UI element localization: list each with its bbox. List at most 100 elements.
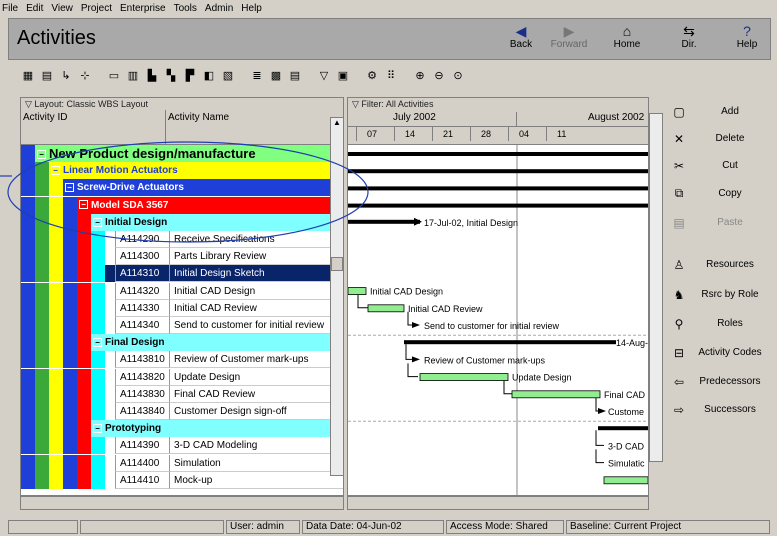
scroll-thumb[interactable] [331,257,343,271]
copy-button[interactable]: ⧉ Copy [665,181,771,206]
help-label: Help [736,39,758,50]
activity-name-cell[interactable]: Initial CAD Review [169,299,343,317]
cut-button[interactable]: ✂ Cut [665,153,771,178]
menu-enterprise[interactable]: Enterprise [120,3,166,14]
predecessors-button[interactable]: ⇦ Predecessors [665,369,771,394]
table-row[interactable]: A1143830 Final CAD Review [21,385,343,403]
bars-icon[interactable]: ▙ [144,68,160,84]
table-row[interactable]: A114330 Initial CAD Review [21,299,343,317]
activity-name-cell[interactable]: Initial CAD Design [169,282,343,300]
gantt-scrollbar[interactable] [649,113,663,462]
layout-icon[interactable]: ▩ [268,68,284,84]
home-button[interactable]: ⌂ Home [607,23,647,57]
group-icon[interactable]: ▣ [335,68,351,84]
table-row[interactable]: A114320 Initial CAD Design [21,282,343,300]
menu-help[interactable]: Help [241,3,262,14]
forward-button[interactable]: ▶ Forward [549,23,589,57]
filter-icon[interactable]: ▽ [316,68,332,84]
dir-button[interactable]: ⇆ Dir. [669,23,709,57]
add-button[interactable]: ▢ Add [665,99,771,124]
roles-button[interactable]: ⚲ Roles [665,311,771,336]
activity-id-cell[interactable]: A114330 [115,299,169,317]
activity-name-cell[interactable]: Customer Design sign-off [169,403,343,420]
wbs-stripe [35,471,49,489]
activity-id-cell[interactable]: A1143840 [115,403,169,420]
zoom-fit-icon[interactable]: ⊙ [450,68,466,84]
table-row[interactable]: A114310 Initial Design Sketch [21,265,343,283]
activity-codes-button[interactable]: ⊟ Activity Codes [665,340,771,365]
level-icon[interactable]: ⠿ [383,68,399,84]
activity-name-cell[interactable]: Mock-up [169,471,343,489]
help-button[interactable]: ? Help [727,23,767,57]
trace-icon[interactable]: ◧ [201,68,217,84]
indent-icon[interactable]: ↳ [58,68,74,84]
col-activity-id[interactable]: Activity ID [23,112,67,123]
wbs-group-row[interactable]: − Final Design [21,334,343,352]
activity-name-cell[interactable]: Simulation [169,454,343,472]
menu-tools[interactable]: Tools [174,3,197,14]
menu-file[interactable]: File [2,3,18,14]
activity-name-cell[interactable]: Review of Customer mark-ups [169,351,343,369]
activity-id-cell[interactable]: A114320 [115,282,169,300]
activity-id-cell[interactable]: A1143820 [115,368,169,386]
table-row[interactable]: A114390 3-D CAD Modeling [21,437,343,455]
gantt-hscrollbar[interactable] [347,496,649,510]
table-icon[interactable]: ▤ [287,68,303,84]
activity-name-cell[interactable]: Final CAD Review [169,385,343,403]
zoom-in-icon[interactable]: ⊕ [412,68,428,84]
collapse-icon[interactable]: − [93,338,102,348]
delete-button[interactable]: ✕ Delete [665,126,771,151]
activity-id-cell[interactable]: A114410 [115,471,169,489]
columns-icon[interactable]: ▥ [125,68,141,84]
summary-icon[interactable]: ▧ [220,68,236,84]
activity-id-cell[interactable]: A114400 [115,454,169,472]
activity-id-cell[interactable]: A1143830 [115,385,169,403]
roles-icon: ⚲ [674,316,684,331]
menu-admin[interactable]: Admin [205,3,233,14]
activity-name-cell[interactable]: Update Design [169,368,343,386]
filter-label[interactable]: ▽ Filter: All Activities [348,98,648,110]
table-row[interactable]: A1143840 Customer Design sign-off [21,403,343,420]
back-button[interactable]: ◀ Back [501,23,541,57]
collapse-icon[interactable]: − [93,424,102,434]
menu-edit[interactable]: Edit [26,3,43,14]
layout-label[interactable]: ▽ Layout: Classic WBS Layout [21,98,343,110]
table-row[interactable]: A114410 Mock-up [21,471,343,489]
network-icon[interactable]: ⊹ [77,68,93,84]
table-row[interactable]: A114300 Parts Library Review [21,248,343,266]
gantt-label: Initial CAD Design [370,287,443,297]
zoom-out-icon[interactable]: ⊖ [431,68,447,84]
table-row[interactable]: A1143810 Review of Customer mark-ups [21,351,343,369]
wbs-stripe [35,368,49,386]
activity-id-cell[interactable]: A114300 [115,248,169,266]
wbs-stripe [21,471,35,489]
activity-id-cell[interactable]: A114390 [115,437,169,455]
table-row[interactable]: A114340 Send to customer for initial revi… [21,317,343,334]
successors-button[interactable]: ⇨ Successors [665,397,771,422]
table-row[interactable]: A1143820 Update Design [21,368,343,386]
activity-id-cell[interactable]: A114310 [115,265,169,283]
scroll-up-arrow-icon[interactable]: ▲ [331,118,343,130]
format-icon[interactable]: ≣ [249,68,265,84]
menu-view[interactable]: View [51,3,73,14]
table-hscrollbar[interactable] [20,496,344,510]
activity-name-cell[interactable]: 3-D CAD Modeling [169,437,343,455]
profile-icon[interactable]: ▛ [182,68,198,84]
menu-project[interactable]: Project [81,3,112,14]
gantt-view-icon[interactable]: ▤ [39,68,55,84]
usage-icon[interactable]: ▚ [163,68,179,84]
table-row[interactable]: A114400 Simulation [21,454,343,472]
rsrc-by-role-button[interactable]: ♞ Rsrc by Role [665,282,771,307]
table-view-icon[interactable]: ▦ [20,68,36,84]
paste-button[interactable]: ▤ Paste [665,210,771,235]
activity-name-cell[interactable]: Initial Design Sketch [169,265,343,283]
activity-id-cell[interactable]: A1143810 [115,351,169,369]
activity-name-cell[interactable]: Parts Library Review [169,248,343,266]
col-activity-name[interactable]: Activity Name [168,112,229,123]
wbs-group-row[interactable]: − Prototyping [21,420,343,438]
schedule-icon[interactable]: ⚙ [364,68,380,84]
resources-button[interactable]: ♙ Resources [665,252,771,277]
details-icon[interactable]: ▭ [106,68,122,84]
activity-name-cell[interactable]: Send to customer for initial review [169,317,343,334]
activity-id-cell[interactable]: A114340 [115,317,169,334]
